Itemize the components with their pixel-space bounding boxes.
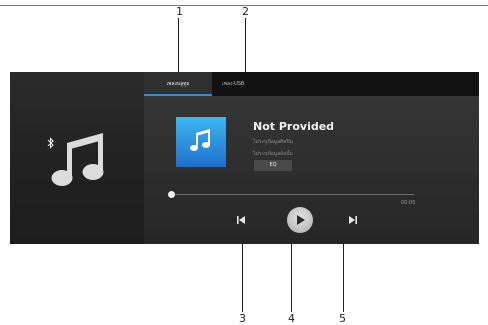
tab-usb-music[interactable]: เพลง USB (222, 72, 244, 96)
callout-line-2 (245, 18, 246, 74)
callout-line-1 (178, 18, 179, 74)
callout-4: 4 (288, 312, 295, 325)
artist-info: ไม่ระบุข้อมูลศิลปิน (253, 139, 293, 145)
next-icon[interactable] (348, 215, 358, 225)
progress-knob[interactable] (168, 191, 175, 198)
previous-icon[interactable] (236, 215, 246, 225)
now-playing: Not Provided ไม่ระบุข้อมูลศิลปิน ไม่ระบุ… (144, 96, 479, 244)
progress-bar[interactable] (171, 194, 414, 195)
callout-1: 1 (176, 5, 183, 18)
callout-line-3 (242, 240, 243, 312)
eq-button[interactable]: EQ (254, 160, 292, 171)
music-note-icon (190, 129, 210, 151)
music-note-icon (51, 133, 104, 186)
play-icon (297, 215, 305, 225)
source-tabs: เพลงบลูทูธ เพลง USB (144, 72, 479, 96)
play-button[interactable] (287, 207, 313, 233)
elapsed-time: 00:00 (401, 200, 416, 206)
callout-5: 5 (339, 312, 346, 325)
album-art (176, 117, 226, 167)
callout-3: 3 (239, 312, 246, 325)
infotainment-screen: เพลงบลูทูธ เพลง USB Not Provided ไม่ระบุ… (10, 72, 479, 244)
album-info: ไม่ระบุข้อมูลอัลบั้ม (253, 151, 293, 157)
callout-line-5 (343, 240, 344, 312)
callout-2: 2 (242, 5, 249, 18)
song-title: Not Provided (253, 120, 335, 133)
tab-bluetooth-music[interactable]: เพลงบลูทูธ (144, 72, 212, 96)
source-panel (10, 72, 144, 244)
